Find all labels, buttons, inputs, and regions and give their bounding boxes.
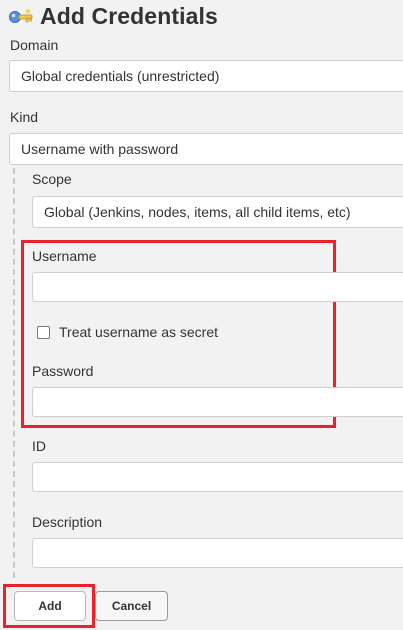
id-input[interactable] bbox=[32, 462, 403, 492]
description-label: Description bbox=[32, 514, 103, 530]
key-icon bbox=[8, 5, 34, 27]
id-label: ID bbox=[32, 438, 46, 454]
kind-label: Kind bbox=[10, 109, 39, 125]
page-title: Add Credentials bbox=[40, 2, 218, 29]
username-label: Username bbox=[32, 248, 97, 264]
password-input[interactable] bbox=[32, 387, 403, 417]
scope-value: Global (Jenkins, nodes, items, all child… bbox=[44, 204, 351, 220]
description-input[interactable] bbox=[32, 538, 403, 568]
page-header: Add Credentials bbox=[8, 0, 218, 32]
username-input[interactable] bbox=[32, 272, 403, 302]
nested-section-divider bbox=[13, 168, 15, 578]
treat-username-secret-checkbox[interactable] bbox=[37, 325, 50, 339]
cancel-button[interactable]: Cancel bbox=[95, 591, 168, 621]
treat-username-secret-row: Treat username as secret bbox=[37, 324, 218, 340]
treat-username-secret-label: Treat username as secret bbox=[59, 324, 218, 340]
kind-value: Username with password bbox=[21, 141, 179, 157]
domain-value: Global credentials (unrestricted) bbox=[21, 68, 220, 84]
kind-select[interactable]: Username with password bbox=[9, 133, 403, 165]
add-button[interactable]: Add bbox=[14, 591, 86, 621]
password-label: Password bbox=[32, 363, 94, 379]
domain-select[interactable]: Global credentials (unrestricted) bbox=[9, 60, 403, 92]
domain-label: Domain bbox=[10, 37, 59, 53]
scope-select[interactable]: Global (Jenkins, nodes, items, all child… bbox=[32, 196, 403, 228]
scope-label: Scope bbox=[32, 171, 72, 187]
